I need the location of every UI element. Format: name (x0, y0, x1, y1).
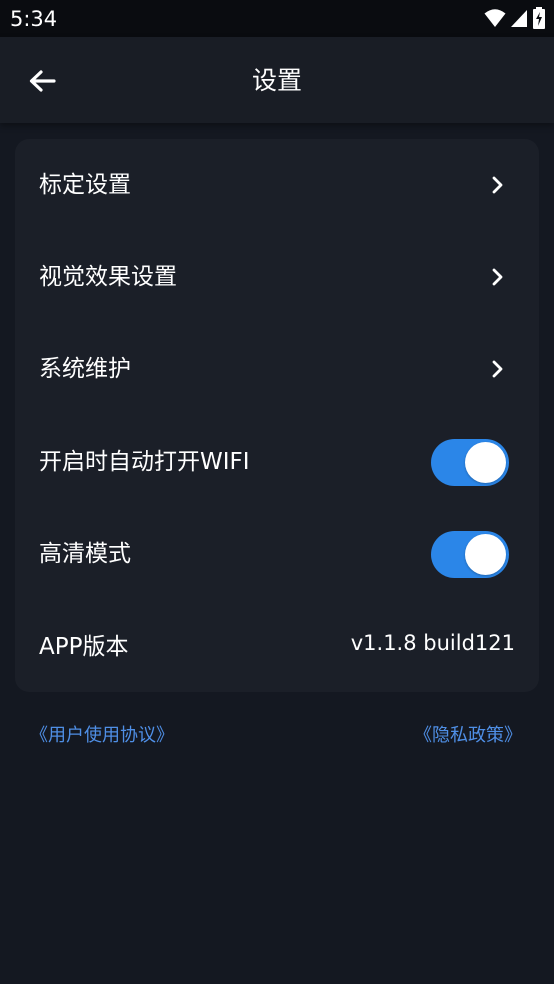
battery-charging-icon (533, 7, 545, 29)
status-icons (484, 7, 546, 29)
user-agreement-link[interactable]: 《用户使用协议》 (30, 722, 174, 750)
wifi-icon (484, 9, 506, 27)
app-version-label: APP版本 (39, 634, 129, 660)
hd-mode-item: 高清模式 (15, 508, 539, 600)
status-time: 5:34 (10, 7, 58, 31)
cellular-signal-icon (511, 10, 527, 27)
system-maintenance-label: 系统维护 (39, 356, 131, 382)
visual-effects-settings-label: 视觉效果设置 (39, 264, 177, 290)
settings-card: 标定设置 视觉效果设置 系统维护 开启时自动打开WIFI 高清模式 APP版本 … (15, 139, 539, 692)
auto-wifi-item: 开启时自动打开WIFI (15, 416, 539, 508)
hd-mode-toggle[interactable] (431, 531, 509, 578)
chevron-right-icon (492, 268, 503, 286)
status-bar: 5:34 (0, 0, 554, 37)
page-title: 设置 (251, 66, 302, 95)
calibration-settings-label: 标定设置 (39, 172, 131, 198)
toggle-knob (465, 534, 506, 575)
calibration-settings-item[interactable]: 标定设置 (15, 139, 539, 231)
hd-mode-label: 高清模式 (39, 541, 131, 567)
app-version-item: APP版本 v1.1.8 build121 (15, 601, 539, 693)
chevron-right-icon (492, 360, 503, 378)
system-maintenance-item[interactable]: 系统维护 (15, 323, 539, 415)
app-version-value: v1.1.8 build121 (350, 631, 515, 655)
toggle-knob (465, 442, 506, 483)
auto-wifi-toggle[interactable] (431, 439, 509, 486)
privacy-policy-link[interactable]: 《隐私政策》 (414, 722, 522, 750)
app-bar: 设置 (0, 37, 554, 123)
visual-effects-settings-item[interactable]: 视觉效果设置 (15, 231, 539, 323)
auto-wifi-label: 开启时自动打开WIFI (39, 449, 250, 475)
chevron-right-icon (492, 176, 503, 194)
